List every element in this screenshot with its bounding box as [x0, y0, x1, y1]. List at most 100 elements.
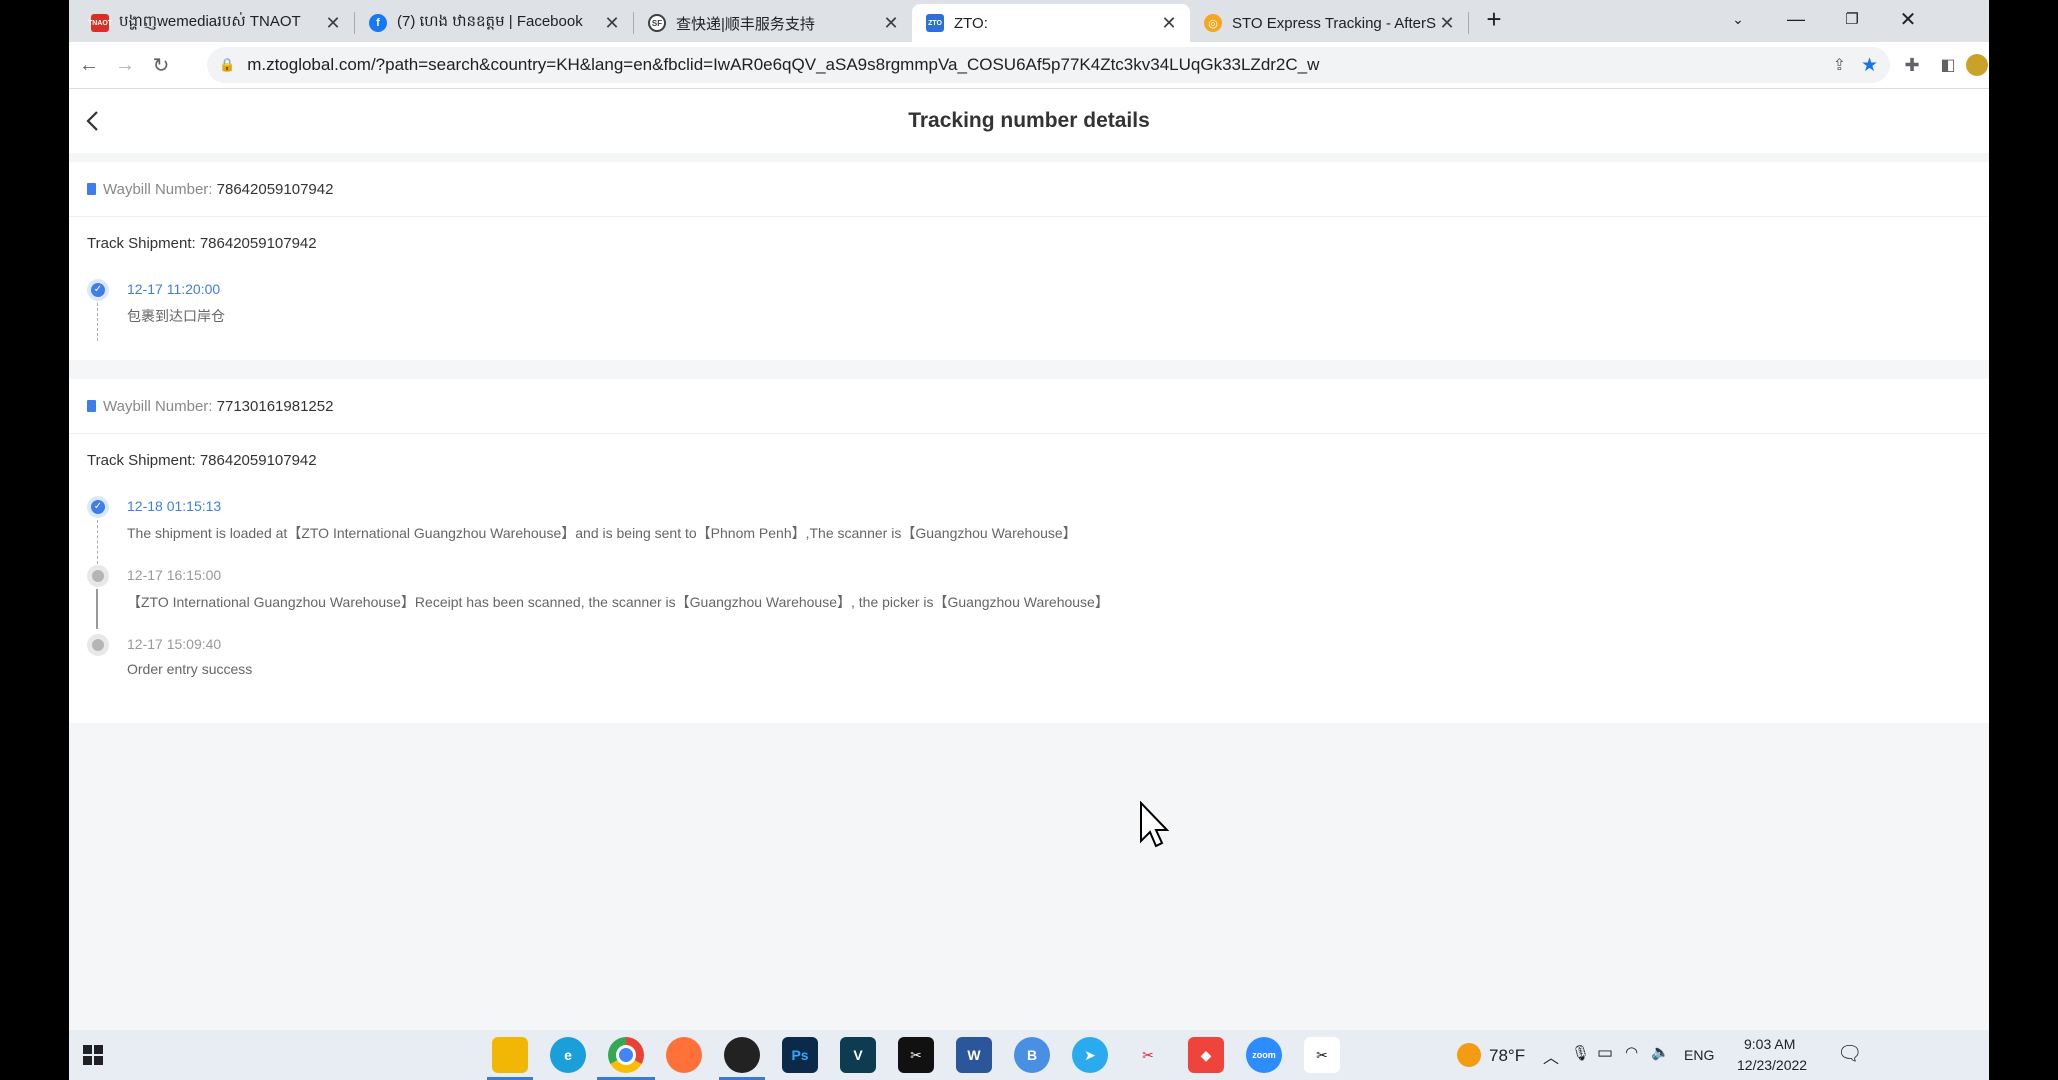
facebook-icon: f — [369, 14, 387, 32]
share-icon[interactable]: ⇪ — [1833, 55, 1846, 75]
edge-icon[interactable]: e — [550, 1037, 586, 1073]
photoshop-icon[interactable]: Ps — [782, 1037, 818, 1073]
chrome-icon[interactable] — [608, 1037, 644, 1073]
word-icon[interactable]: W — [956, 1037, 992, 1073]
event-description: Order entry success — [127, 661, 253, 677]
tab-label: (7) ហេង ឋានឧត្តម | Facebook — [397, 13, 583, 30]
timeline-line — [96, 589, 98, 629]
start-button[interactable] — [83, 1045, 103, 1065]
telegram-icon[interactable]: ➤ — [1072, 1037, 1108, 1073]
timeline-line — [97, 520, 98, 564]
zto-icon: ZTO — [926, 14, 944, 32]
waybill-number: 77130161981252 — [216, 397, 334, 415]
close-window-button[interactable]: ✕ — [1885, 4, 1931, 34]
weather-icon[interactable] — [1457, 1043, 1481, 1067]
close-icon[interactable]: ✕ — [322, 13, 344, 34]
status-pending-icon — [87, 634, 109, 656]
tab-facebook[interactable]: f (7) ហេង ឋានឧត្តម | Facebook ✕ — [355, 4, 633, 42]
snipping-tool-icon[interactable]: ✂ — [1130, 1037, 1166, 1073]
microphone-icon[interactable]: 🎙 — [1571, 1044, 1590, 1062]
notification-icon[interactable]: 🗨 — [1837, 1041, 1862, 1066]
status-done-icon: ✓ — [87, 279, 109, 301]
anydesk-icon[interactable]: ◆ — [1188, 1037, 1224, 1073]
page-header: Tracking number details — [69, 89, 1989, 153]
avatar[interactable] — [1962, 50, 1989, 80]
page-content: Tracking number details Waybill Number: … — [69, 89, 1989, 1030]
close-icon[interactable]: ✕ — [601, 13, 623, 34]
track-row: Track Shipment: 78642059107942 — [69, 434, 1989, 486]
event-time: 12-17 15:09:40 — [127, 636, 222, 652]
tab-tnaot[interactable]: TNAOT បង្ហាញwemediaរបស់ TNAOT ✕ — [77, 4, 354, 42]
status-pending-icon — [87, 565, 109, 587]
extensions-icon[interactable]: ✚ — [1897, 50, 1927, 80]
event-description: 包裹到达口岸仓 — [127, 308, 225, 324]
shipment-card: Waybill Number: 77130161981252 Track Shi… — [69, 379, 1989, 723]
close-icon[interactable]: ✕ — [1158, 13, 1180, 34]
close-icon[interactable]: ✕ — [1436, 13, 1458, 34]
taskbar: e Ps V ✂ W B ➤ ✂ ◆ zoom ✂ 78°F ︿ 🎙 ▭ ◠ 🔈… — [69, 1030, 1989, 1080]
tab-zto[interactable]: ZTO ZTO: ✕ — [912, 4, 1190, 42]
b-app-icon[interactable]: B — [1014, 1037, 1050, 1073]
event-time: 12-17 16:15:00 — [127, 567, 222, 583]
event-description: The shipment is loaded at【ZTO Internatio… — [127, 525, 1077, 541]
capcut-icon[interactable]: ✂ — [1304, 1037, 1340, 1073]
sf-express-icon: SF — [648, 14, 666, 32]
browser-toolbar: ← → ↻ 🔒 m.ztoglobal.com/?path=search&cou… — [69, 42, 1989, 89]
event-time: 12-18 01:15:13 — [127, 498, 222, 514]
timeline-line — [97, 303, 98, 341]
track-label: Track Shipment: — [87, 234, 196, 252]
clock-time[interactable]: 9:03 AM — [1744, 1036, 1795, 1052]
file-explorer-icon[interactable] — [492, 1037, 528, 1073]
close-icon[interactable]: ✕ — [880, 13, 902, 34]
screen: TNAOT បង្ហាញwemediaរបស់ TNAOT ✕ f (7) ហេ… — [69, 0, 1989, 1080]
minimize-button[interactable]: — — [1773, 4, 1819, 34]
url-text[interactable]: m.ztoglobal.com/?path=search&country=KH&… — [247, 55, 1319, 75]
language-indicator[interactable]: ENG — [1684, 1047, 1714, 1063]
track-label: Track Shipment: — [87, 451, 196, 469]
address-bar[interactable]: 🔒 m.ztoglobal.com/?path=search&country=K… — [207, 47, 1890, 83]
reload-button[interactable]: ↻ — [146, 50, 176, 80]
firefox-icon[interactable] — [666, 1037, 702, 1073]
waybill-row: Waybill Number: 78642059107942 — [69, 162, 1989, 217]
zoom-icon[interactable]: zoom — [1246, 1037, 1282, 1073]
tab-strip: TNAOT បង្ហាញwemediaរបស់ TNAOT ✕ f (7) ហេ… — [69, 0, 1989, 42]
tab-separator — [1468, 12, 1469, 34]
vegas-icon[interactable]: V — [840, 1037, 876, 1073]
tab-label: STO Express Tracking - AfterShip — [1232, 14, 1436, 32]
bookmark-star-icon[interactable]: ★ — [1861, 54, 1878, 77]
aftership-icon: ◎ — [1204, 14, 1222, 32]
tab-search-icon[interactable]: ⌄ — [1715, 4, 1761, 34]
wifi-icon[interactable]: ◠ — [1625, 1043, 1638, 1061]
event-description: 【ZTO International Guangzhou Warehouse】R… — [127, 594, 1109, 610]
bookmark-icon — [87, 183, 96, 195]
forward-button[interactable]: → — [110, 50, 140, 80]
tnaot-icon: TNAOT — [88, 14, 112, 32]
battery-icon[interactable]: ▭ — [1597, 1043, 1613, 1063]
back-button[interactable]: ← — [74, 50, 104, 80]
status-done-icon: ✓ — [87, 496, 109, 518]
tray-chevron-icon[interactable]: ︿ — [1543, 1044, 1559, 1068]
page-title: Tracking number details — [908, 109, 1150, 132]
bookmark-icon — [87, 400, 96, 412]
tab-aftership[interactable]: ◎ STO Express Tracking - AfterShip ✕ — [1190, 4, 1468, 42]
tab-sf-express[interactable]: SF 查快递|顺丰服务支持 ✕ — [634, 4, 912, 42]
weather-temperature[interactable]: 78°F — [1489, 1046, 1525, 1066]
track-number: 78642059107942 — [199, 451, 317, 469]
tab-label: ZTO: — [954, 14, 988, 32]
new-tab-button[interactable]: + — [1471, 4, 1517, 34]
lock-icon: 🔒 — [219, 57, 236, 72]
event-time: 12-17 11:20:00 — [127, 281, 221, 297]
waybill-number: 78642059107942 — [216, 180, 334, 198]
app-icon[interactable] — [724, 1037, 760, 1073]
tab-label: 查快递|顺丰服务支持 — [676, 15, 815, 33]
restore-button[interactable]: ❐ — [1829, 4, 1875, 34]
side-panel-icon[interactable]: ◧ — [1933, 50, 1963, 80]
clock-date[interactable]: 12/23/2022 — [1737, 1057, 1807, 1073]
volume-icon[interactable]: 🔈 — [1651, 1043, 1670, 1061]
capcut-icon[interactable]: ✂ — [898, 1037, 934, 1073]
track-number: 78642059107942 — [199, 234, 317, 252]
shipment-card: Waybill Number: 78642059107942 Track Shi… — [69, 162, 1989, 360]
waybill-label: Waybill Number: — [103, 397, 213, 415]
waybill-row: Waybill Number: 77130161981252 — [69, 379, 1989, 434]
track-row: Track Shipment: 78642059107942 — [69, 217, 1989, 269]
